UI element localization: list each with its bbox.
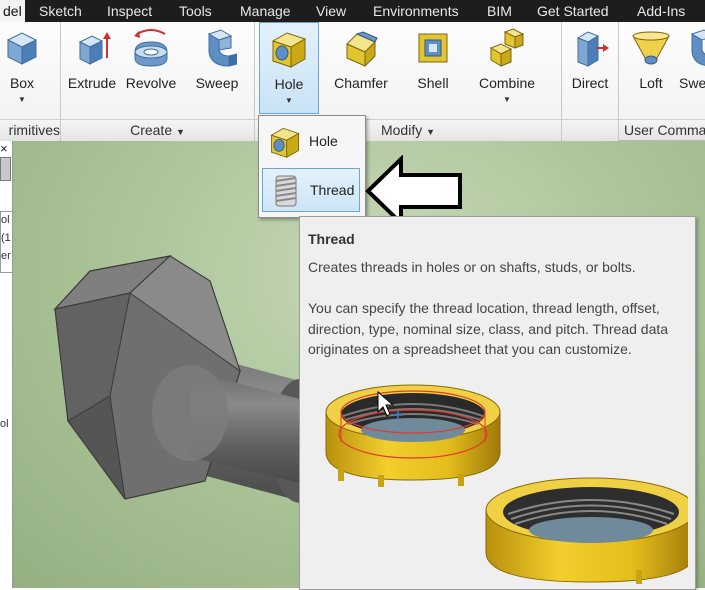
thread-icon (275, 175, 297, 207)
box-icon (6, 32, 38, 65)
chevron-down-icon: ▼ (176, 127, 185, 137)
sweep-icon (207, 29, 237, 67)
sweep2-button[interactable]: Swe (676, 22, 705, 117)
hole-icon (271, 32, 307, 68)
close-icon[interactable]: × (0, 141, 8, 156)
panel-create-label: Create (130, 122, 173, 138)
dropdown-item-thread[interactable]: Thread (262, 168, 360, 212)
panel-direct (562, 119, 618, 141)
tab-manage[interactable]: Manage (240, 3, 291, 19)
chevron-down-icon: ▼ (503, 95, 511, 104)
shell-icon (418, 33, 448, 63)
tooltip-summary: Creates threads in holes or on shafts, s… (308, 259, 636, 275)
sweep-icon (690, 29, 705, 66)
browser-node[interactable]: (1 (1, 232, 11, 244)
combine-button[interactable]: Combine ▼ (474, 22, 540, 117)
chevron-down-icon: ▼ (18, 95, 26, 104)
loft-button[interactable]: Loft (628, 22, 674, 117)
tab-bim[interactable]: BIM (487, 3, 512, 19)
dropdown-item-hole[interactable]: Hole (262, 120, 360, 164)
combine-label: Combine (478, 75, 536, 91)
tab-inspect[interactable]: Inspect (107, 3, 152, 19)
direct-label: Direct (571, 75, 609, 91)
browser-node[interactable]: er (1, 250, 11, 262)
ribbon-tab-bar: del Sketch Inspect Tools Manage View Env… (0, 0, 705, 22)
revolve-button[interactable]: Revolve (122, 22, 180, 117)
hole-label: Hole (274, 76, 304, 92)
tab-environments[interactable]: Environments (373, 3, 459, 19)
tab-tools[interactable]: Tools (179, 3, 212, 19)
browser-toolbar-button[interactable] (0, 157, 11, 181)
direct-edit-icon (576, 31, 609, 67)
panel-primitives-label: rimitives (8, 122, 60, 138)
loft-label: Loft (639, 75, 663, 91)
thread-tooltip: Thread Creates threads in holes or on sh… (299, 216, 696, 590)
extrude-button[interactable]: Extrude (64, 22, 120, 117)
hole-button[interactable]: Hole ▼ (259, 22, 319, 114)
panel-primitives[interactable]: rimitives (0, 119, 60, 141)
sweep-button[interactable]: Sweep (184, 22, 250, 117)
chevron-down-icon: ▼ (285, 96, 293, 105)
panel-user-commands-label: User Comma (624, 122, 705, 138)
browser-tree: ol (1 er (0, 211, 13, 273)
tab-add-ins[interactable]: Add-Ins (637, 3, 685, 19)
sweep2-label: Swe (679, 75, 705, 91)
panel-create[interactable]: Create ▼ (61, 119, 254, 141)
combine-icon (489, 28, 525, 67)
extrude-label: Extrude (67, 75, 117, 91)
chamfer-icon (346, 31, 378, 68)
panel-user-commands[interactable]: User Comma (619, 119, 705, 140)
hole-split-dropdown: Hole Thread (258, 115, 366, 218)
direct-button[interactable]: Direct (565, 22, 615, 117)
dropdown-item-label: Thread (310, 182, 355, 198)
tab-view[interactable]: View (316, 3, 346, 19)
panel-modify-label: Modify (380, 122, 423, 138)
tooltip-title: Thread (308, 231, 355, 247)
box-button[interactable]: Box ▼ (0, 22, 44, 117)
dropdown-item-label: Hole (309, 133, 338, 149)
sweep-label: Sweep (195, 75, 239, 91)
thread-preview-image (325, 384, 688, 584)
tab-sketch[interactable]: Sketch (39, 3, 82, 19)
tab-get-started[interactable]: Get Started (537, 3, 609, 19)
shell-label: Shell (417, 75, 449, 91)
shell-button[interactable]: Shell (406, 22, 460, 117)
chevron-down-icon: ▼ (426, 127, 436, 137)
hole-icon (270, 127, 300, 159)
browser-node[interactable]: ol (0, 418, 9, 430)
box-label: Box (9, 75, 35, 91)
revolve-label: Revolve (125, 75, 177, 91)
revolve-icon (134, 29, 168, 67)
browser-node[interactable]: ol (1, 214, 10, 226)
tab-model[interactable]: del (0, 0, 25, 22)
chamfer-label: Chamfer (334, 75, 388, 91)
loft-icon (632, 31, 670, 65)
extrude-icon (78, 32, 111, 65)
chamfer-button[interactable]: Chamfer (326, 22, 396, 117)
model-browser[interactable]: × ol (1 er ol (0, 141, 13, 588)
tooltip-details: You can specify the thread location, thr… (308, 300, 669, 357)
